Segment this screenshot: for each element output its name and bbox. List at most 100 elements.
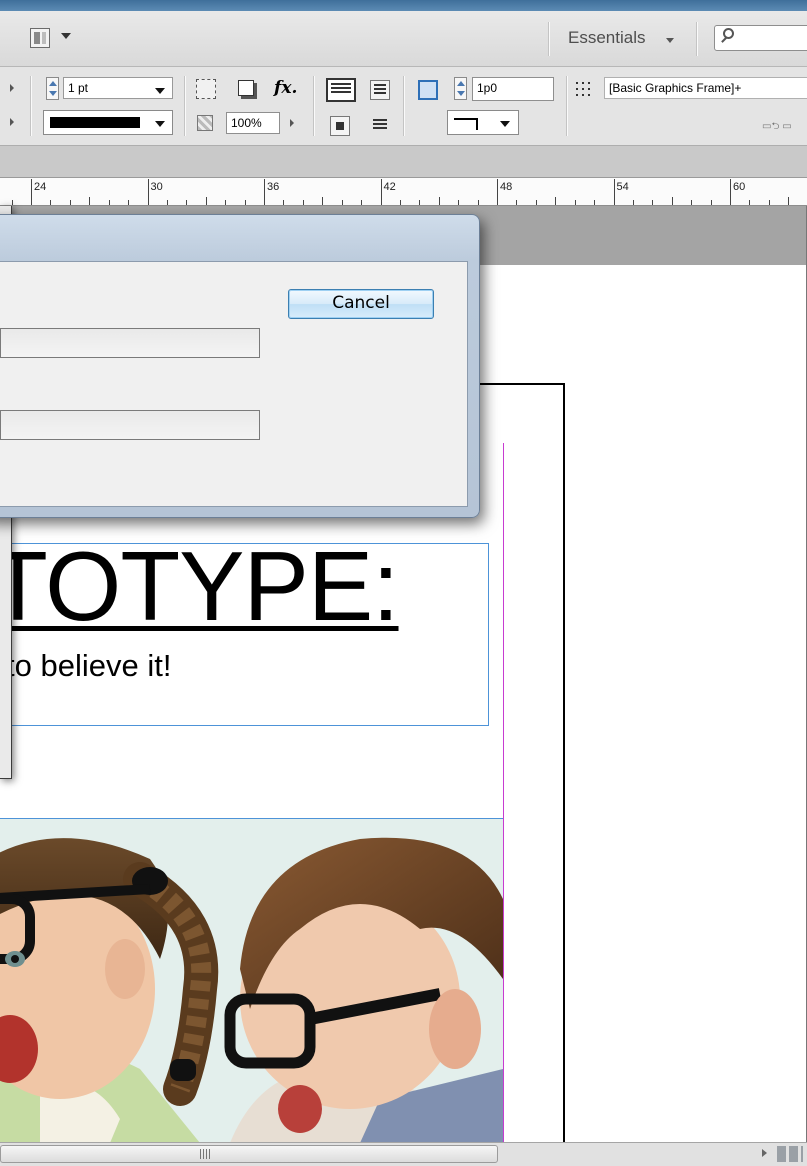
ruler-tick — [594, 200, 596, 205]
ruler-tick — [399, 200, 401, 205]
spacing-stepper[interactable] — [454, 77, 467, 100]
fit-frame-icon[interactable] — [418, 80, 438, 100]
spacing-field[interactable]: 1p0 — [472, 77, 554, 101]
workspace-switcher[interactable]: Essentials — [568, 28, 645, 48]
grip-icon — [200, 1149, 211, 1159]
ruler-tick — [710, 200, 712, 205]
document-tab-strip — [0, 146, 807, 178]
corner-shape-icon — [454, 118, 478, 130]
margin-guide — [503, 443, 504, 1142]
application-bar — [0, 11, 807, 67]
ruler-tick — [225, 200, 227, 205]
text-wrap-none-icon[interactable] — [326, 78, 356, 102]
stroke-type-dropdown[interactable] — [43, 110, 173, 135]
object-style-dropdown[interactable]: [Basic Graphics Frame]+ — [604, 77, 807, 99]
ruler-tick — [613, 179, 615, 205]
ruler-tick — [652, 200, 654, 205]
text-wrap-shape-icon[interactable] — [330, 116, 350, 136]
opacity-arrow-icon[interactable] — [290, 119, 294, 127]
toolbar-divider — [30, 76, 32, 136]
window-title-strip — [0, 0, 807, 11]
link-icon[interactable]: ▭⮌ ▭ — [762, 119, 792, 132]
ruler-tick — [89, 197, 91, 205]
ruler-tick — [749, 200, 751, 205]
drop-shadow-icon[interactable] — [238, 80, 254, 96]
ruler-tick — [361, 200, 363, 205]
kids-photo — [0, 819, 503, 1142]
ruler-tick — [322, 197, 324, 205]
ruler-tick — [108, 200, 110, 205]
toolbar-divider — [548, 22, 550, 56]
scrollbar-thumb[interactable] — [0, 1145, 498, 1163]
toolbar-divider — [184, 76, 186, 136]
ruler-tick — [31, 179, 32, 205]
ruler-tick — [768, 200, 770, 205]
ruler-tick — [166, 200, 168, 205]
ruler-tick — [341, 200, 343, 205]
opacity-icon — [197, 115, 213, 131]
opacity-field[interactable]: 100% — [226, 112, 280, 134]
ruler-label: 48 — [500, 181, 513, 193]
effects-icon[interactable]: fx. — [274, 78, 297, 98]
ruler-tick — [555, 197, 557, 205]
ruler-tick — [671, 197, 673, 205]
ruler-label: 24 — [34, 181, 47, 193]
image-frame[interactable] — [0, 818, 503, 1142]
ruler-tick — [691, 200, 693, 205]
ruler-tick — [186, 200, 188, 205]
ruler-label: 36 — [267, 181, 280, 193]
panel-arrow-icon[interactable] — [10, 84, 14, 92]
view-mode-icon[interactable] — [777, 1146, 803, 1162]
scroll-right-icon[interactable] — [762, 1149, 767, 1157]
ruler-tick — [302, 200, 304, 205]
ruler-tick — [11, 200, 13, 205]
ruler-tick — [205, 197, 207, 205]
toolbar-divider — [696, 22, 698, 56]
toolbar-divider — [566, 76, 568, 136]
toolbar-divider — [313, 76, 315, 136]
dialog-input-2[interactable] — [0, 410, 260, 440]
toolbar-divider — [403, 76, 405, 136]
ruler-tick — [128, 200, 130, 205]
stroke-weight-stepper[interactable] — [46, 77, 59, 100]
ruler-tick — [264, 179, 265, 205]
dialog-input-1[interactable] — [0, 328, 260, 358]
ruler-tick — [419, 200, 421, 205]
ruler-tick — [380, 179, 382, 205]
ruler-label: 42 — [383, 181, 396, 193]
ruler-tick — [283, 200, 285, 205]
panel-arrow-icon[interactable] — [10, 118, 14, 126]
ruler-tick — [477, 200, 479, 205]
layout-icon[interactable] — [30, 28, 50, 48]
ruler-label: 60 — [733, 181, 746, 193]
ruler-tick — [535, 200, 537, 205]
chevron-down-icon[interactable] — [666, 38, 674, 43]
chevron-down-icon[interactable] — [155, 88, 165, 94]
ruler-label: 30 — [150, 181, 163, 193]
ruler-tick — [50, 200, 52, 205]
ruler-tick — [788, 197, 790, 205]
chevron-down-icon[interactable] — [61, 33, 71, 39]
text-wrap-jump-icon[interactable] — [370, 116, 390, 136]
drop-shadow-frame-icon[interactable] — [196, 79, 216, 99]
ruler-tick — [438, 197, 440, 205]
horizontal-ruler: 24 30 36 42 48 54 60 — [0, 178, 807, 206]
ruler-tick — [730, 179, 731, 205]
ruler-tick — [574, 200, 576, 205]
cancel-button[interactable]: Cancel — [288, 289, 434, 319]
ruler-tick — [69, 200, 71, 205]
subhead-text: to believe it! — [6, 648, 172, 683]
object-styles-icon[interactable] — [574, 80, 592, 98]
headline-text: TOTYPE: — [0, 531, 400, 641]
ruler-tick — [516, 200, 518, 205]
ruler-tick — [497, 179, 498, 205]
chevron-down-icon[interactable] — [500, 121, 510, 127]
ruler-tick — [147, 179, 149, 205]
ruler-tick — [632, 200, 634, 205]
chevron-down-icon[interactable] — [155, 121, 165, 127]
text-wrap-bounding-icon[interactable] — [370, 80, 390, 100]
ruler-tick — [458, 200, 460, 205]
ruler-tick — [244, 200, 246, 205]
ruler-label: 54 — [616, 181, 629, 193]
search-icon — [723, 28, 734, 39]
